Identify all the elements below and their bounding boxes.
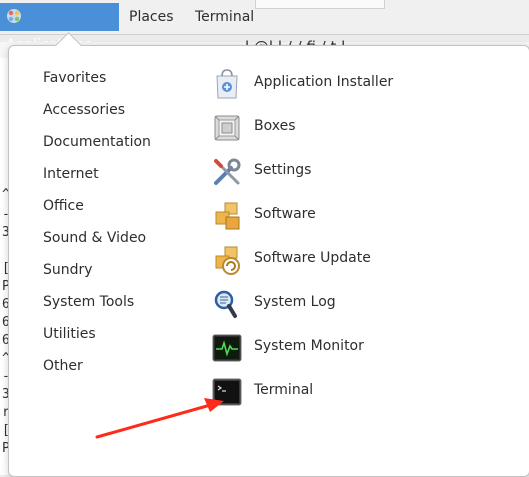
- annotation-arrow: [95, 398, 224, 439]
